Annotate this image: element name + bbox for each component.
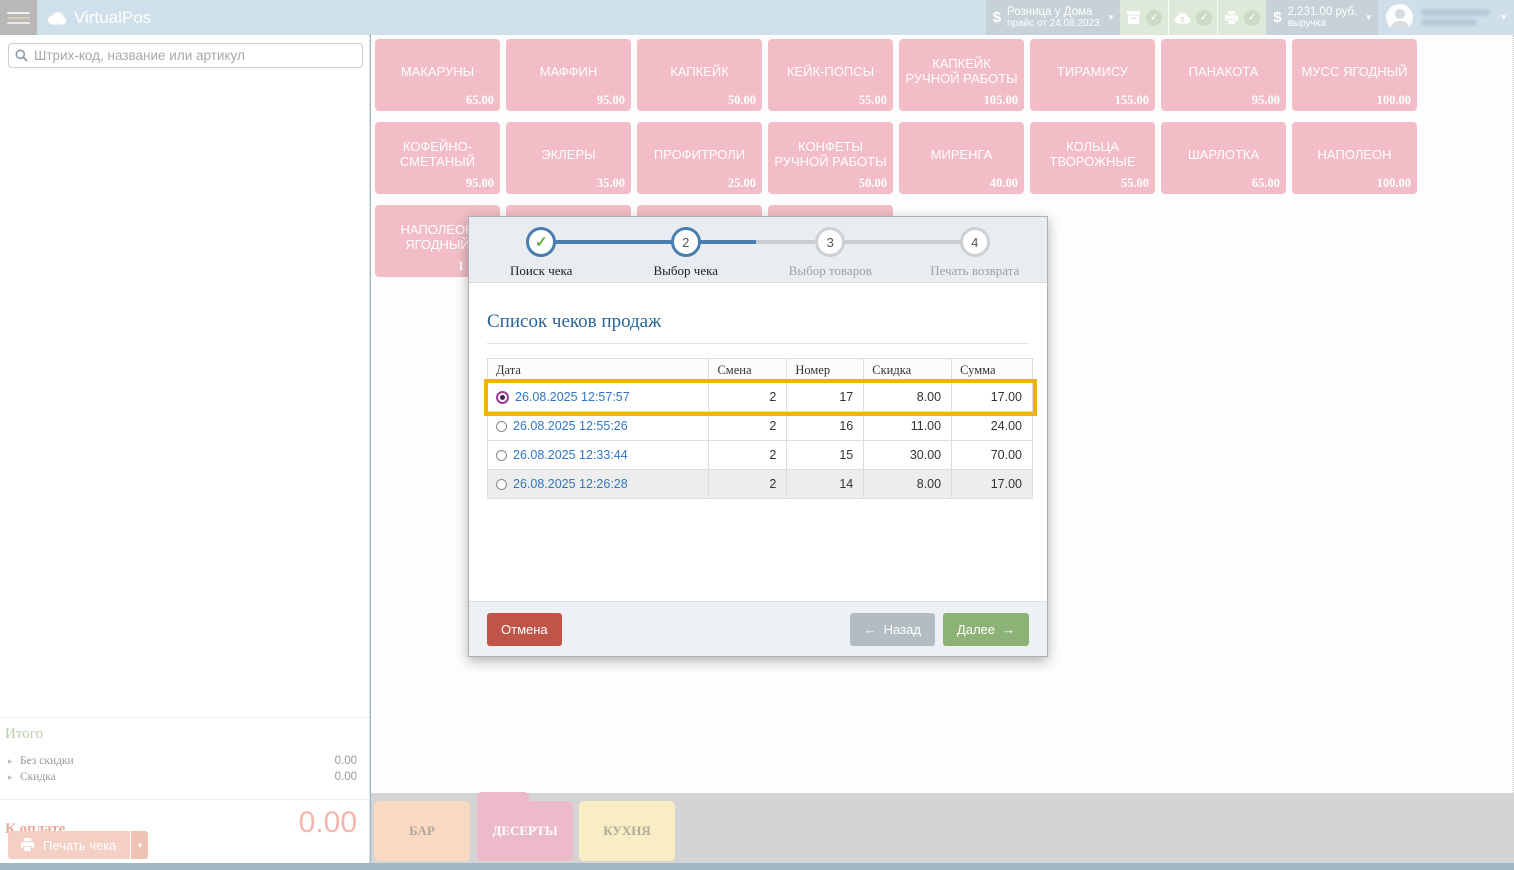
check-icon: ✓ — [1196, 10, 1212, 26]
sync-status-bar: ✓ ✓ ✓ — [1120, 0, 1266, 35]
sync-printer-status[interactable]: ✓ — [1218, 0, 1266, 35]
return-wizard-modal: ✓ Поиск чека 2 Выбор чека 3 Выбор товаро… — [468, 216, 1048, 657]
product-tile[interactable]: ТИРАМИСУ155.00 — [1030, 39, 1155, 111]
product-tile[interactable]: МАКАРУНЫ65.00 — [375, 39, 500, 111]
product-tile[interactable]: НАПОЛЕОН100.00 — [1292, 122, 1417, 194]
receipt-date-link[interactable]: 26.08.2025 12:55:26 — [513, 419, 628, 433]
receipt-row[interactable]: 26.08.2025 12:26:28 2 14 8.00 17.00 — [488, 470, 1033, 499]
radio-selected[interactable] — [496, 391, 509, 404]
print-receipt-split-button: Печать чека ▾ — [8, 831, 148, 859]
user-menu[interactable]: ▾ — [1378, 0, 1514, 35]
sync-shift-status[interactable]: ✓ — [1120, 0, 1169, 35]
store-price-date: прайс от 24.08.2023 — [1007, 18, 1100, 30]
product-tile[interactable]: МАФФИН95.00 — [506, 39, 631, 111]
modal-title: Список чеков продаж — [487, 311, 1029, 333]
user-name-redacted — [1421, 9, 1490, 26]
product-tile[interactable]: ПРОФИТРОЛИ25.00 — [637, 122, 762, 194]
store-name: Розница у Дома — [1007, 6, 1100, 18]
printer-icon — [1224, 11, 1239, 25]
avatar — [1386, 4, 1413, 31]
cloud-upload-icon — [1174, 12, 1191, 24]
product-tile[interactable]: КОФЕЙНО-СМЕТАНЫЙ95.00 — [375, 122, 500, 194]
cart-sidebar: Итого ▸ Без скидки 0.00 ▸ Скидка 0.00 К … — [0, 35, 370, 863]
back-button[interactable]: ←Назад — [850, 613, 935, 646]
cancel-button[interactable]: Отмена — [487, 613, 562, 646]
tab-bar[interactable]: БАР — [374, 801, 470, 861]
col-header-discount: Скидка — [864, 359, 952, 383]
product-tile[interactable]: КОЛЬЦА ТВОРОЖНЫЕ55.00 — [1030, 122, 1155, 194]
chevron-down-icon: ▾ — [1366, 12, 1371, 23]
step-select-items: 3 Выбор товаров — [758, 227, 903, 282]
revenue-dropdown[interactable]: $ 2,231.00 руб. выручка ▾ — [1266, 0, 1378, 35]
cashbox-icon — [1126, 11, 1141, 25]
hamburger-menu-icon[interactable] — [0, 0, 37, 35]
expand-triangle-icon: ▸ — [8, 772, 20, 783]
payable-amount: 0.00 — [299, 808, 357, 838]
product-tile[interactable]: КАПКЕЙК РУЧНОЙ РАБОТЫ105.00 — [899, 39, 1024, 111]
revenue-amount: 2,231.00 руб. — [1288, 6, 1358, 18]
revenue-label: выручка — [1288, 18, 1358, 30]
dollar-icon: $ — [993, 9, 1001, 26]
dollar-icon: $ — [1273, 9, 1281, 26]
product-tile[interactable]: ЭКЛЕРЫ35.00 — [506, 122, 631, 194]
wizard-steps: ✓ Поиск чека 2 Выбор чека 3 Выбор товаро… — [469, 217, 1047, 283]
store-selector[interactable]: $ Розница у Дома прайс от 24.08.2023 ▾ — [986, 0, 1121, 35]
cloud-icon — [47, 11, 67, 25]
modal-footer: Отмена ←Назад Далее→ — [469, 601, 1047, 656]
search-icon — [15, 49, 28, 62]
radio-unselected[interactable] — [496, 450, 507, 461]
printer-icon — [20, 838, 35, 852]
product-tile[interactable]: КЕЙК-ПОПСЫ55.00 — [768, 39, 893, 111]
product-tile[interactable]: КОНФЕТЫ РУЧНОЙ РАБОТЫ50.00 — [768, 122, 893, 194]
radio-unselected[interactable] — [496, 479, 507, 490]
step-search-receipt[interactable]: ✓ Поиск чека — [469, 227, 614, 282]
step-select-receipt[interactable]: 2 Выбор чека — [614, 227, 759, 282]
tab-desserts[interactable]: ДЕСЕРТЫ — [477, 801, 573, 861]
check-icon: ✓ — [1146, 10, 1162, 26]
col-header-shift: Смена — [709, 359, 787, 383]
arrow-left-icon: ← — [864, 622, 877, 637]
total-row-discount[interactable]: ▸ Скидка 0.00 — [0, 769, 369, 785]
receipt-date-link[interactable]: 26.08.2025 12:33:44 — [513, 448, 628, 462]
col-header-number: Номер — [787, 359, 864, 383]
sync-cloud-status[interactable]: ✓ — [1169, 0, 1218, 35]
chevron-down-icon: ▾ — [138, 841, 142, 850]
product-tile[interactable]: МИРЕНГА40.00 — [899, 122, 1024, 194]
chevron-down-icon: ▾ — [1109, 12, 1114, 23]
arrow-right-icon: → — [1002, 622, 1015, 637]
product-tile[interactable]: МУСС ЯГОДНЫЙ100.00 — [1292, 39, 1417, 111]
receipts-table: Дата Смена Номер Скидка Сумма 26.08.2025… — [487, 358, 1033, 499]
radio-unselected[interactable] — [496, 421, 507, 432]
step-print-return: 4 Печать возврата — [903, 227, 1048, 282]
category-tab-bar: БАР ДЕСЕРТЫ КУХНЯ — [371, 793, 1514, 863]
product-tile[interactable]: КАПКЕЙК50.00 — [637, 39, 762, 111]
receipt-row[interactable]: 26.08.2025 12:57:57 2 17 8.00 17.00 — [488, 383, 1033, 412]
product-tile[interactable]: ПАНАКОТА95.00 — [1161, 39, 1286, 111]
check-icon: ✓ — [1244, 10, 1260, 26]
chevron-down-icon: ▾ — [1501, 12, 1506, 23]
app-brand: VirtualPos — [47, 0, 151, 35]
receipt-row[interactable]: 26.08.2025 12:33:44 2 15 30.00 70.00 — [488, 441, 1033, 470]
print-options-caret[interactable]: ▾ — [130, 831, 148, 859]
col-header-sum: Сумма — [952, 359, 1033, 383]
step-done-check-icon: ✓ — [526, 227, 556, 257]
app-title: VirtualPos — [74, 8, 151, 28]
receipt-date-link[interactable]: 26.08.2025 12:57:57 — [515, 390, 630, 404]
tab-kitchen[interactable]: КУХНЯ — [579, 801, 675, 861]
print-receipt-button[interactable]: Печать чека — [8, 831, 130, 859]
next-button[interactable]: Далее→ — [943, 613, 1029, 646]
receipt-row[interactable]: 26.08.2025 12:55:26 2 16 11.00 24.00 — [488, 412, 1033, 441]
col-header-date: Дата — [488, 359, 709, 383]
total-row-no-discount[interactable]: ▸ Без скидки 0.00 — [0, 753, 369, 769]
expand-triangle-icon: ▸ — [8, 756, 20, 767]
receipt-date-link[interactable]: 26.08.2025 12:26:28 — [513, 477, 628, 491]
virtualpos-app: VirtualPos $ Розница у Дома прайс от 24.… — [0, 0, 1514, 870]
search-input[interactable] — [34, 48, 356, 63]
search-box — [8, 43, 363, 68]
totals-section: Итого ▸ Без скидки 0.00 ▸ Скидка 0.00 К … — [0, 717, 369, 838]
totals-title: Итого — [5, 726, 369, 743]
product-tile[interactable]: ШАРЛОТКА65.00 — [1161, 122, 1286, 194]
top-header: VirtualPos $ Розница у Дома прайс от 24.… — [0, 0, 1514, 35]
